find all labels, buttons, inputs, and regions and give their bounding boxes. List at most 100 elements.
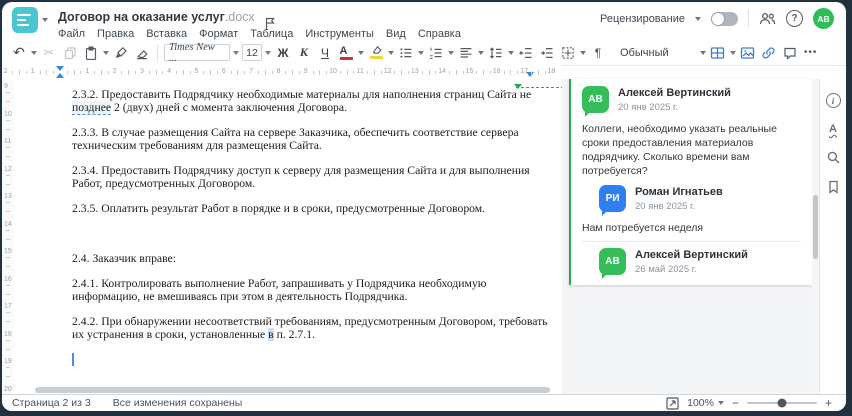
align-caret-icon[interactable] xyxy=(478,50,484,55)
italic-button[interactable]: К xyxy=(295,43,313,63)
menu-item[interactable]: Вид xyxy=(386,28,406,40)
document-info-icon[interactable]: i xyxy=(825,93,841,108)
ruler-tick xyxy=(6,321,10,322)
vertical-scrollbar-thumb[interactable] xyxy=(813,195,818,259)
zoom-caret-icon[interactable] xyxy=(717,401,724,405)
font-size-caret-icon[interactable] xyxy=(265,50,271,55)
ruler-number: 17 xyxy=(520,68,528,75)
vertical-ruler[interactable]: 9 10 11 12 13 14 15 16 17 18 19 20 xyxy=(2,79,14,405)
zoom-slider[interactable] xyxy=(746,398,817,408)
align-button[interactable] xyxy=(457,43,475,63)
comment-thread-card[interactable]: АВ Алексей Вертинский 20 янв 2025 г. Коллег… xyxy=(569,79,812,285)
highlight-color-button[interactable] xyxy=(367,43,385,63)
line-spacing-button[interactable] xyxy=(487,43,505,63)
ruler-tick xyxy=(6,266,10,267)
comment-header: РИ Роман Игнатьев 20 янв 2025 г. xyxy=(599,185,802,212)
clear-style-eraser-button[interactable] xyxy=(133,43,151,63)
bullet-list-button[interactable] xyxy=(397,43,415,63)
mention-pill[interactable]: Роман Игнатьев xyxy=(582,284,671,285)
bookmark-icon[interactable] xyxy=(827,180,840,194)
ruler-number: 9 xyxy=(303,68,308,75)
font-color-caret-icon[interactable] xyxy=(358,50,364,55)
nonprinting-chars-button[interactable]: ¶ xyxy=(589,43,607,63)
review-mode-label[interactable]: Рецензирование xyxy=(600,13,685,25)
increase-indent-button[interactable] xyxy=(538,43,556,63)
collaboration-users-icon[interactable] xyxy=(759,11,776,26)
ruler-number: 13 xyxy=(4,193,12,200)
user-avatar[interactable]: АВ xyxy=(813,8,834,29)
menu-item[interactable]: Правка xyxy=(97,28,134,40)
bullet-list-caret-icon[interactable] xyxy=(418,50,424,55)
spellcheck-icon[interactable]: А xyxy=(829,123,837,135)
zoom-in-button[interactable]: + xyxy=(825,397,832,409)
ruler-tick xyxy=(237,70,239,75)
paragraph-borders-button[interactable] xyxy=(559,43,577,63)
menu-item[interactable]: Формат xyxy=(199,28,238,40)
comment[interactable]: АВ Алексей Вертинский 20 янв 2025 г. Коллег… xyxy=(571,86,812,178)
text-run: 2.4.2. При обнаружении несоответствий тр… xyxy=(72,315,548,328)
menu-item[interactable]: Инструменты xyxy=(305,28,374,40)
comment-reply[interactable]: РИ Роман Игнатьев 20 янв 2025 г. Нам потреб… xyxy=(571,185,812,235)
app-logo-icon[interactable] xyxy=(12,7,38,33)
font-name-caret-icon[interactable] xyxy=(233,50,239,55)
more-tools-button[interactable]: ••• xyxy=(802,43,820,63)
font-size-select[interactable]: 12 xyxy=(242,44,262,61)
ruler-tick xyxy=(503,71,505,74)
highlight-color-swatch xyxy=(369,56,383,59)
first-line-indent-marker[interactable] xyxy=(56,66,64,71)
ruler-tick xyxy=(94,71,96,74)
cut-button[interactable]: ✂ xyxy=(40,43,58,63)
help-icon[interactable]: ? xyxy=(786,10,803,27)
table-caret-icon[interactable] xyxy=(729,50,736,55)
comment-button[interactable] xyxy=(781,43,799,63)
paste-button[interactable] xyxy=(82,43,100,63)
page-indicator[interactable]: Страница 2 из 3 xyxy=(12,397,91,409)
logo-dropdown-caret-icon[interactable] xyxy=(42,18,48,22)
document-page[interactable]: 2.3.2. Предоставить Подрядчику необходим… xyxy=(14,79,563,395)
paste-caret-icon[interactable] xyxy=(103,50,109,55)
numbered-list-button[interactable] xyxy=(427,43,445,63)
review-dropdown-caret-icon[interactable] xyxy=(695,16,701,21)
menu-item[interactable]: Вставка xyxy=(146,28,187,40)
insert-image-button[interactable] xyxy=(739,43,757,63)
highlight-caret-icon[interactable] xyxy=(388,50,394,55)
line-spacing-caret-icon[interactable] xyxy=(508,50,514,55)
bold-button[interactable]: Ж xyxy=(274,43,292,63)
borders-caret-icon[interactable] xyxy=(580,50,586,55)
fit-to-width-icon[interactable] xyxy=(666,396,679,410)
ruler-number: 10 xyxy=(329,68,337,75)
comment-author: Алексей Вертинский xyxy=(618,87,731,99)
zoom-controls: 100% − + xyxy=(666,396,832,410)
comment-reply[interactable]: АВ Алексей Вертинский 26 май 2025 г. Роман … xyxy=(571,248,812,285)
zoom-level[interactable]: 100% xyxy=(687,397,714,409)
text-run: п. 2.7.1. xyxy=(273,328,315,341)
copy-button[interactable] xyxy=(61,43,79,63)
zoom-out-button[interactable]: − xyxy=(732,397,739,409)
left-indent-marker[interactable] xyxy=(56,73,64,78)
undo-caret-icon[interactable] xyxy=(31,50,37,55)
numbered-list-caret-icon[interactable] xyxy=(448,50,454,55)
font-color-button[interactable]: А xyxy=(337,43,355,63)
font-name-select[interactable]: Times New ... xyxy=(164,42,230,64)
undo-button[interactable]: ↶ xyxy=(10,43,28,63)
insert-table-button[interactable] xyxy=(709,43,727,63)
toolbar: ↶ ✂ Times New ... 12 Ж К Ч А ¶ Обычный •… xyxy=(2,40,846,66)
horizontal-ruler[interactable]: 2 1 1 2 3 4 5 6 7 8 9 10 11 12 13 14 15 16 17 18 xyxy=(2,65,562,79)
horizontal-scrollbar-thumb[interactable] xyxy=(35,387,550,393)
main-area: 9 10 11 12 13 14 15 16 17 18 19 20 2.3.2. Предостав… xyxy=(2,79,846,405)
menu-item[interactable]: Файл xyxy=(58,28,85,40)
decrease-indent-button[interactable] xyxy=(517,43,535,63)
style-caret-icon[interactable] xyxy=(699,50,706,55)
menu-item[interactable]: Таблица xyxy=(250,28,293,40)
menu-item[interactable]: Справка xyxy=(418,28,461,40)
app-window: Договор на оказание услуг.docx Файл Правк… xyxy=(2,2,846,411)
comment-avatar: РИ xyxy=(599,185,626,212)
format-painter-button[interactable] xyxy=(112,43,130,63)
zoom-slider-knob[interactable] xyxy=(777,398,787,408)
search-icon[interactable] xyxy=(826,150,841,165)
paragraph-style-select[interactable]: Обычный xyxy=(620,47,669,59)
review-toggle[interactable] xyxy=(711,11,738,26)
underline-button[interactable]: Ч xyxy=(316,43,334,63)
vertical-scrollbar[interactable] xyxy=(812,79,819,395)
insert-link-button[interactable] xyxy=(760,43,778,63)
